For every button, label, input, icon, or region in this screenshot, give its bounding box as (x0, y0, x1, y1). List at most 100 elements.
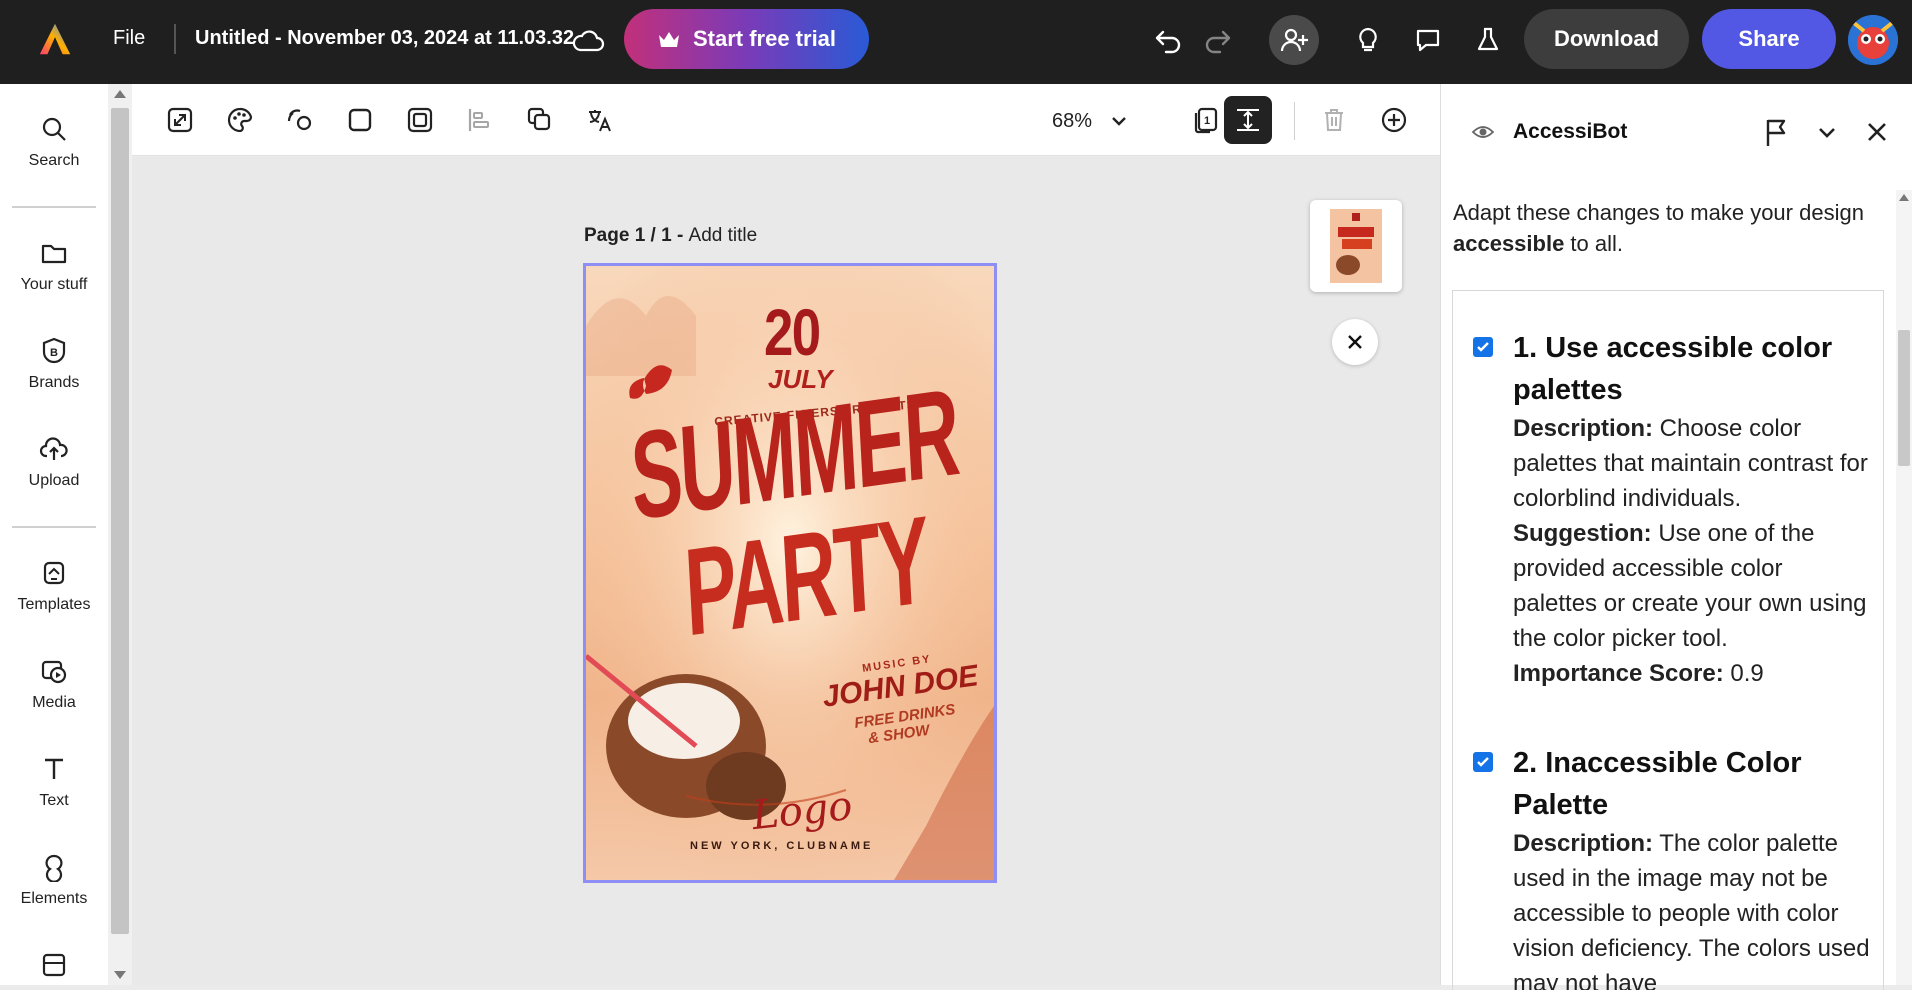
poster-design[interactable]: 20 JULY CREATIVE-FLYERS PRESENTS SUMMER … (583, 263, 997, 883)
resize-icon (167, 107, 193, 133)
panel-scrollbar[interactable] (1896, 190, 1912, 985)
flask-icon (1477, 27, 1499, 51)
labs-button[interactable] (1466, 18, 1510, 62)
nav-item-label: Your stuff (20, 276, 88, 293)
elements-icon (45, 854, 63, 882)
divider (174, 24, 176, 54)
checkmark-icon (1477, 342, 1489, 352)
scroll-view-button[interactable] (1224, 96, 1272, 144)
text-icon (45, 758, 63, 779)
recommendation-score: Importance Score: 0.9 (1513, 656, 1873, 691)
toolbar-divider (1294, 102, 1295, 140)
nav-item-upload[interactable]: Upload (0, 434, 108, 490)
scroll-down-arrow-icon[interactable] (114, 971, 126, 979)
chevron-down-icon (1112, 117, 1126, 126)
user-avatar[interactable] (1848, 15, 1898, 65)
nav-item-media[interactable]: Media (0, 656, 108, 712)
templates-icon (43, 561, 65, 585)
layers-icon (527, 107, 551, 131)
recommendation-checkbox[interactable] (1473, 752, 1493, 772)
nav-item-templates[interactable]: Templates (0, 558, 108, 614)
svg-text:1: 1 (1204, 115, 1210, 127)
share-button[interactable]: Share (1702, 9, 1836, 69)
flag-icon[interactable] (1759, 114, 1795, 150)
grid-icon (42, 953, 66, 977)
layers-button[interactable] (518, 98, 562, 142)
close-panel-icon[interactable] (1859, 114, 1895, 150)
poster-line2: PARTY (681, 490, 931, 663)
comments-button[interactable] (1406, 18, 1450, 62)
recommendation-description: Description: The color palette used in t… (1513, 826, 1873, 990)
page-number: Page 1 / 1 - (584, 225, 689, 246)
scrollbar-thumb[interactable] (1898, 330, 1910, 466)
page-label: Page 1 / 1 - Add title (584, 225, 757, 247)
panel-intro: Adapt these changes to make your design … (1453, 197, 1873, 259)
nav-item-your-stuff[interactable]: Your stuff (0, 238, 108, 294)
recommendations-list: 1. Use accessible color palettes Descrip… (1452, 290, 1884, 990)
nav-item-label: Search (28, 152, 80, 169)
animate-icon (287, 109, 312, 131)
add-page-button[interactable] (1372, 98, 1416, 142)
add-user-icon (1280, 28, 1308, 52)
brand-icon: B (42, 337, 66, 364)
scrollbar-thumb[interactable] (111, 108, 129, 934)
zoom-control[interactable]: 68% (1052, 104, 1128, 138)
description-label: Description: (1513, 415, 1654, 442)
add-title-link[interactable]: Add title (689, 225, 758, 246)
border-button[interactable] (398, 98, 442, 142)
left-scrollbar[interactable] (108, 84, 132, 985)
nav-item-elements[interactable]: Elements (0, 852, 108, 908)
cloud-sync-icon[interactable] (570, 23, 606, 59)
align-left-icon (468, 109, 489, 131)
nav-divider (12, 526, 96, 528)
nav-item-label: Media (32, 694, 76, 711)
redo-button[interactable] (1196, 18, 1240, 62)
nav-item-label: Upload (28, 472, 80, 489)
nav-item-search[interactable]: Search (0, 114, 108, 170)
align-button[interactable] (458, 98, 502, 142)
intro-text-start: Adapt these changes to make your design (1453, 200, 1864, 225)
document-title[interactable]: Untitled - November 03, 2024 at 11.03.32 (195, 27, 574, 50)
chevron-down-icon[interactable] (1811, 116, 1843, 148)
nav-item-more[interactable] (0, 950, 108, 980)
shape-button[interactable] (338, 98, 382, 142)
pages-icon: 1 (1194, 107, 1218, 134)
redo-icon (1205, 30, 1231, 54)
intro-text-bold: accessible (1453, 231, 1565, 256)
invite-user-button[interactable] (1269, 15, 1319, 65)
recommendation-checkbox[interactable] (1473, 337, 1493, 357)
delete-page-button[interactable] (1312, 98, 1356, 142)
recommendation-title: 1. Use accessible color palettes (1513, 332, 1833, 406)
poster-day: 20 (764, 295, 821, 369)
color-theme-button[interactable] (218, 98, 262, 142)
recommendation-suggestion: Suggestion: Use one of the provided acce… (1513, 516, 1873, 656)
animation-button[interactable] (278, 98, 322, 142)
file-menu[interactable]: File (113, 27, 145, 50)
scroll-up-arrow-icon[interactable] (1899, 194, 1909, 201)
resize-tool-button[interactable] (158, 98, 202, 142)
nav-item-text[interactable]: Text (0, 754, 108, 810)
ideas-button[interactable] (1346, 18, 1390, 62)
score-value: 0.9 (1723, 660, 1764, 687)
trash-icon (1325, 109, 1343, 131)
scroll-up-arrow-icon[interactable] (114, 90, 126, 98)
adobe-express-logo-icon[interactable] (36, 20, 74, 58)
zoom-value: 68% (1052, 109, 1093, 132)
page-thumbnail[interactable] (1310, 200, 1402, 292)
checkmark-icon (1477, 757, 1489, 767)
undo-button[interactable] (1146, 18, 1190, 62)
nav-divider (12, 206, 96, 208)
poster-venue: NEW YORK, CLUBNAME (690, 840, 874, 852)
accessibot-panel: AccessiBot Adapt these changes to make y… (1440, 84, 1912, 990)
recommendation-description: Description: Choose color palettes that … (1513, 411, 1873, 516)
start-free-trial-button[interactable]: Start free trial (624, 9, 869, 69)
nav-item-brands[interactable]: B Brands (0, 336, 108, 392)
download-button[interactable]: Download (1524, 9, 1689, 69)
score-label: Importance Score: (1513, 660, 1724, 687)
close-thumbnail-button[interactable] (1332, 319, 1378, 365)
translate-icon (589, 110, 611, 132)
translate-button[interactable] (578, 98, 622, 142)
upload-icon (39, 437, 68, 460)
eye-icon (1471, 126, 1495, 138)
pages-button[interactable]: 1 (1184, 98, 1228, 142)
